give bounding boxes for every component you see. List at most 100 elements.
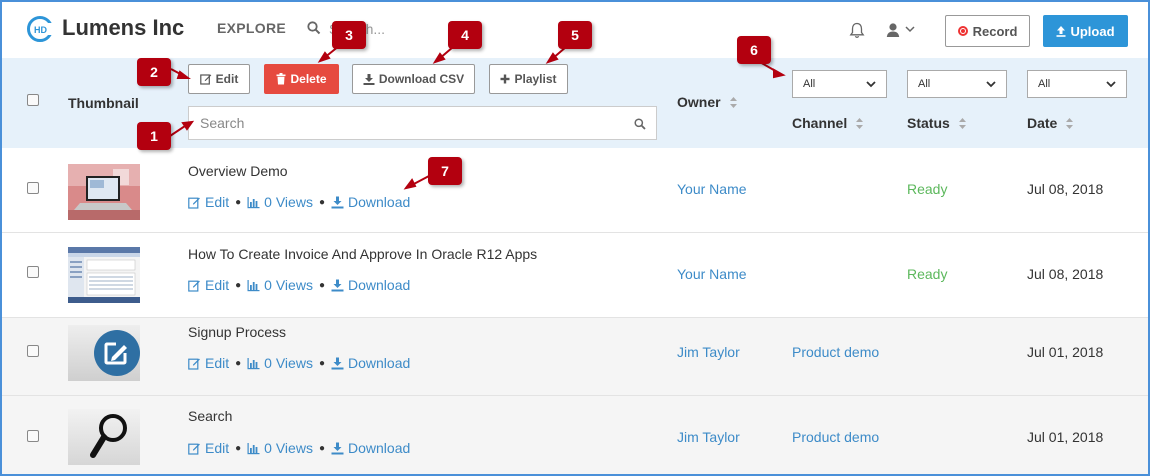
download-icon [331,279,344,291]
callout-6: 6 [737,36,771,64]
date-value: Jul 01, 2018 [1027,344,1104,360]
owner-column-header[interactable]: Owner [677,94,737,110]
row-checkbox[interactable] [27,345,39,357]
record-button[interactable]: Record [945,15,1030,47]
row-edit-label: Edit [205,277,230,293]
delete-button[interactable]: Delete [264,64,339,94]
row-edit-link[interactable]: Edit [188,440,229,456]
search-icon[interactable] [634,118,646,130]
date-value: Jul 08, 2018 [1027,181,1104,197]
video-thumbnail[interactable] [68,325,140,381]
channel-link[interactable]: Product demo [792,429,879,445]
row-views-label: 0 Views [264,355,313,371]
hd-logo-icon[interactable]: HD [26,15,54,43]
status-column-header[interactable]: Status [907,115,966,131]
chevron-down-icon [1106,81,1116,88]
bar-chart-icon [247,357,260,369]
magnifier-thumbnail-image [68,409,140,465]
table-row: Search Edit ● 0 Views ● Download Jim Tay… [2,396,1148,474]
owner-link[interactable]: Your Name [677,181,747,197]
date-value: Jul 08, 2018 [1027,266,1104,282]
row-views-link[interactable]: 0 Views [247,355,313,371]
row-actions: Edit ● 0 Views ● Download [188,277,410,293]
brand-name[interactable]: Lumens Inc [62,15,184,41]
row-checkbox[interactable] [27,182,39,194]
owner-link[interactable]: Your Name [677,266,747,282]
owner-link[interactable]: Jim Taylor [677,429,740,445]
callout-7: 7 [428,157,462,185]
callout-1: 1 [137,122,171,150]
row-download-label: Download [348,277,411,293]
video-title[interactable]: Signup Process [188,324,286,340]
trash-icon [276,73,286,85]
separator-dot: ● [235,442,242,454]
thumbnail-column-header: Thumbnail [68,95,139,111]
table-search-field[interactable] [188,106,657,140]
row-download-link[interactable]: Download [331,440,410,456]
row-edit-link[interactable]: Edit [188,277,229,293]
plus-icon [500,74,510,84]
row-download-link[interactable]: Download [331,355,410,371]
download-icon [331,357,344,369]
add-to-playlist-button[interactable]: Playlist [489,64,568,94]
separator-dot: ● [235,357,242,369]
row-edit-link[interactable]: Edit [188,194,229,210]
row-views-link[interactable]: 0 Views [247,277,313,293]
chevron-down-icon [866,81,876,88]
channel-column-header[interactable]: Channel [792,115,864,131]
channel-link[interactable]: Product demo [792,344,879,360]
status-badge: Ready [907,181,948,197]
row-edit-label: Edit [205,355,230,371]
date-value: Jul 01, 2018 [1027,429,1104,445]
user-menu[interactable] [886,22,920,38]
table-search-input[interactable] [189,107,619,139]
select-all-checkbox[interactable] [27,94,39,106]
callout-5: 5 [558,21,592,49]
video-title[interactable]: Overview Demo [188,163,288,179]
upload-icon [1056,25,1066,37]
video-title[interactable]: Search [188,408,232,424]
edit-badge-thumbnail-image [68,325,140,381]
edit-icon [188,443,200,455]
row-checkbox[interactable] [27,266,39,278]
owner-link[interactable]: Jim Taylor [677,344,740,360]
row-download-label: Download [348,440,411,456]
download-icon [331,196,344,208]
edit-icon [188,358,200,370]
download-csv-button[interactable]: Download CSV [352,64,475,94]
row-actions: Edit ● 0 Views ● Download [188,440,410,456]
separator-dot: ● [318,357,325,369]
row-download-link[interactable]: Download [331,277,410,293]
app-frame: HD Lumens Inc EXPLORE Search... Record [0,0,1150,476]
row-edit-label: Edit [205,194,230,210]
download-icon [363,73,375,85]
date-column-header[interactable]: Date [1027,115,1074,131]
channel-filter-select[interactable]: All [792,70,887,98]
row-checkbox[interactable] [27,430,39,442]
row-views-link[interactable]: 0 Views [247,194,313,210]
sort-icon [1066,117,1074,129]
status-header-label: Status [907,115,950,131]
channel-header-label: Channel [792,115,848,131]
search-icon[interactable] [307,21,321,35]
row-download-label: Download [348,355,411,371]
status-filter-select[interactable]: All [907,70,1007,98]
video-thumbnail[interactable] [68,247,140,303]
edit-button[interactable]: Edit [188,64,250,94]
channel-filter-value: All [803,78,816,90]
nav-explore-link[interactable]: EXPLORE [217,20,286,36]
separator-dot: ● [235,196,242,208]
video-title[interactable]: How To Create Invoice And Approve In Ora… [188,246,537,262]
video-thumbnail[interactable] [68,409,140,465]
bell-icon[interactable] [849,22,865,39]
date-filter-select[interactable]: All [1027,70,1127,98]
date-filter-value: All [1038,78,1051,90]
row-download-link[interactable]: Download [331,194,410,210]
sort-icon [856,117,864,129]
separator-dot: ● [318,442,325,454]
row-views-link[interactable]: 0 Views [247,440,313,456]
video-thumbnail[interactable] [68,164,140,220]
row-edit-link[interactable]: Edit [188,355,229,371]
upload-button[interactable]: Upload [1043,15,1128,47]
row-views-label: 0 Views [264,440,313,456]
